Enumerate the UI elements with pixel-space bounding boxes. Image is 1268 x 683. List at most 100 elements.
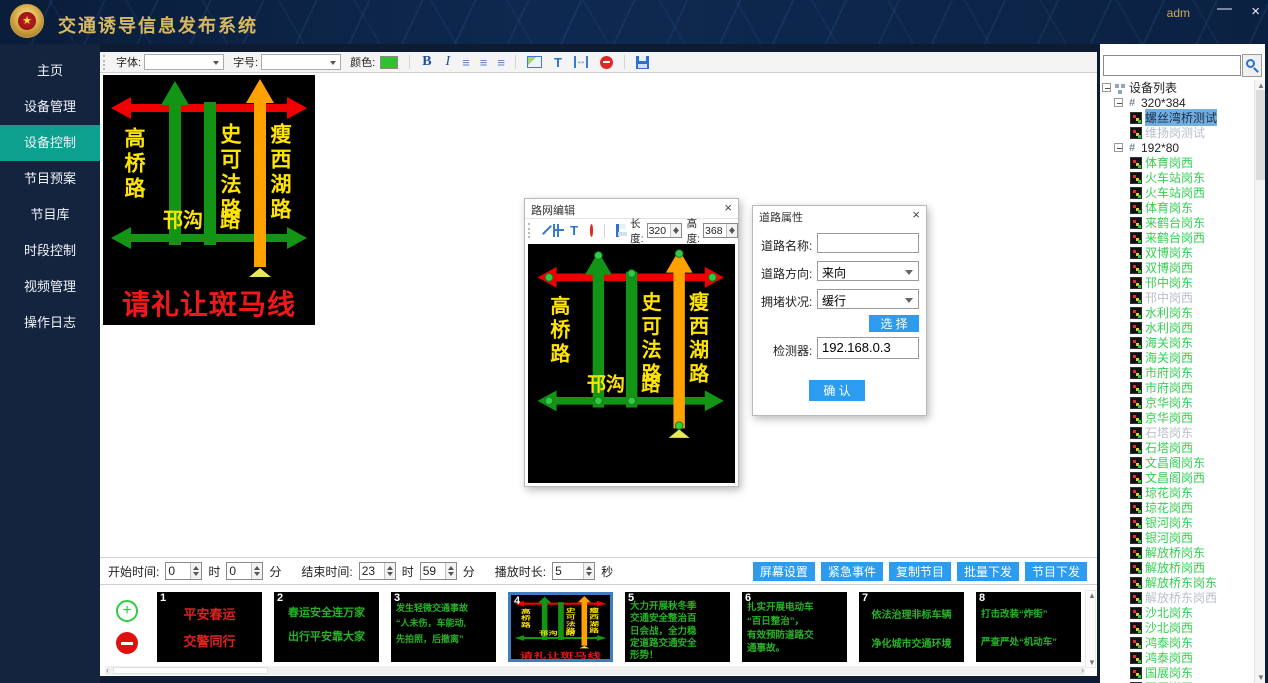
height-spinner[interactable]: 368 (703, 223, 738, 238)
scroll-up-arrow[interactable]: ▲ (1257, 81, 1265, 90)
device-node[interactable]: 解放桥岗西 (1100, 560, 1254, 575)
device-node[interactable]: 市府岗东 (1100, 365, 1254, 380)
add-program-button[interactable]: + (116, 600, 138, 622)
playlist-item-7[interactable]: 依法治理非标车辆净化城市交通环境7 (859, 592, 964, 662)
dialog-close-icon[interactable]: × (912, 207, 920, 222)
action-button[interactable]: 复制节目 (889, 562, 951, 581)
device-node[interactable]: 水利岗西 (1100, 320, 1254, 335)
device-node[interactable]: 鸿泰岗东 (1100, 635, 1254, 650)
device-node[interactable]: 双博岗西 (1100, 260, 1254, 275)
device-node[interactable]: 海关岗西 (1100, 350, 1254, 365)
color-swatch[interactable] (380, 56, 398, 69)
spinner-arrows[interactable] (670, 224, 681, 237)
device-node[interactable]: 双博岗东 (1100, 245, 1254, 260)
crossing-tool-icon[interactable] (553, 224, 559, 237)
spinner-arrows[interactable] (384, 563, 395, 579)
spinner-arrows[interactable] (251, 563, 262, 579)
device-node[interactable]: 来鹤台岗西 (1100, 230, 1254, 245)
spinner-arrows[interactable] (583, 563, 594, 579)
sidebar-item-1[interactable]: 主页 (0, 53, 100, 89)
congestion-select[interactable]: 缓行 (817, 289, 919, 309)
text-tool-icon[interactable]: T (570, 223, 578, 238)
draw-line-icon[interactable] (540, 224, 544, 237)
confirm-button[interactable]: 确 认 (809, 380, 865, 401)
fit-width-icon[interactable]: ↔ (574, 56, 588, 68)
group-node[interactable]: #192*80 (1100, 140, 1254, 155)
end-hour-spinner[interactable]: 23 (359, 562, 396, 580)
close-button[interactable]: × (1251, 3, 1260, 20)
playlist-vertical-scrollbar[interactable]: ▲ ▼ (1085, 590, 1096, 668)
playlist-item-1[interactable]: 平安春运交警同行1 (157, 592, 262, 662)
align-center-icon[interactable]: ≡ (480, 55, 488, 70)
device-node[interactable]: 京华岗东 (1100, 395, 1254, 410)
device-node[interactable]: 体育岗西 (1100, 155, 1254, 170)
device-node[interactable]: 火车站岗东 (1100, 170, 1254, 185)
playlist-item-6[interactable]: 扎实开展电动车“百日整治”，有效预防道路交通事故。6 (742, 592, 847, 662)
device-search-input[interactable] (1103, 55, 1241, 76)
device-node[interactable]: 国展岗东 (1100, 665, 1254, 680)
root-node[interactable]: 设备列表 (1100, 80, 1254, 95)
device-node[interactable]: 邗中岗西 (1100, 290, 1254, 305)
scroll-left-arrow[interactable]: ‹ (106, 665, 109, 675)
save-icon[interactable] (616, 224, 619, 237)
device-node[interactable]: 来鹤台岗东 (1100, 215, 1254, 230)
playlist-item-5[interactable]: 大力开展秋冬季交通安全整治百日会战，全力稳定道路交通安全形势！5 (625, 592, 730, 662)
sidebar-item-8[interactable]: 操作日志 (0, 305, 100, 341)
device-node[interactable]: 琼花岗东 (1100, 485, 1254, 500)
scroll-down-arrow[interactable]: ▼ (1257, 673, 1265, 682)
dialog-close-icon[interactable]: × (724, 200, 732, 215)
device-node[interactable]: 维扬岗测试 (1100, 125, 1254, 140)
device-node[interactable]: 银河岗东 (1100, 515, 1254, 530)
sidebar-item-3[interactable]: 设备控制 (0, 125, 100, 161)
device-node[interactable]: 京华岗西 (1100, 410, 1254, 425)
save-icon[interactable] (636, 56, 649, 69)
length-spinner[interactable]: 320 (647, 223, 682, 238)
device-node[interactable]: 螺丝湾桥测试 (1100, 110, 1254, 125)
device-search-button[interactable] (1242, 54, 1262, 77)
device-node[interactable]: 水利岗东 (1100, 305, 1254, 320)
group-node[interactable]: #320*384 (1100, 95, 1254, 110)
spinner-arrows[interactable] (445, 563, 456, 579)
road-direction-select[interactable]: 来向 (817, 261, 919, 281)
horizontal-scrollbar[interactable]: ‹ › (105, 666, 1085, 675)
scroll-up-arrow[interactable]: ▲ (1088, 591, 1096, 600)
playlist-item-3[interactable]: 发生轻微交通事故“人未伤，车能动,先拍照，后撤离”3 (391, 592, 496, 662)
start-minute-spinner[interactable]: 0 (226, 562, 263, 580)
logged-in-user[interactable]: adm (1167, 6, 1190, 20)
action-button[interactable]: 屏幕设置 (753, 562, 815, 581)
delete-icon[interactable] (590, 224, 593, 237)
detector-input[interactable]: 192.168.0.3 (817, 337, 919, 359)
device-node[interactable]: 市府岗西 (1100, 380, 1254, 395)
scrollbar-thumb[interactable] (113, 667, 268, 674)
action-button[interactable]: 紧急事件 (821, 562, 883, 581)
text-tool-icon[interactable]: T (554, 55, 562, 70)
insert-image-icon[interactable] (527, 56, 542, 68)
device-node[interactable]: 石塔岗西 (1100, 440, 1254, 455)
sidebar-item-5[interactable]: 节目库 (0, 197, 100, 233)
action-button[interactable]: 批量下发 (957, 562, 1019, 581)
align-left-icon[interactable]: ≡ (462, 55, 470, 70)
sidebar-item-2[interactable]: 设备管理 (0, 89, 100, 125)
device-node[interactable]: 解放桥东岗西 (1100, 590, 1254, 605)
tree-expander-icon[interactable] (1114, 143, 1123, 152)
select-button[interactable]: 选 择 (869, 315, 919, 332)
road-name-input[interactable] (817, 233, 919, 253)
device-node[interactable]: 琼花岗西 (1100, 500, 1254, 515)
sidebar-item-4[interactable]: 节目预案 (0, 161, 100, 197)
spinner-arrows[interactable] (190, 563, 201, 579)
device-node[interactable]: 沙北岗西 (1100, 620, 1254, 635)
start-hour-spinner[interactable]: 0 (165, 562, 202, 580)
device-node[interactable]: 鸿泰岗西 (1100, 650, 1254, 665)
device-node[interactable]: 沙北岗东 (1100, 605, 1254, 620)
device-node[interactable]: 火车站岗西 (1100, 185, 1254, 200)
tree-expander-icon[interactable] (1114, 98, 1123, 107)
device-node[interactable]: 石塔岗东 (1100, 425, 1254, 440)
scroll-down-arrow[interactable]: ▼ (1088, 658, 1096, 667)
action-button[interactable]: 节目下发 (1025, 562, 1087, 581)
editor-canvas[interactable]: 高桥路 史可法路 瘦西湖路 邗沟 路 请礼让斑马线 (528, 244, 735, 483)
playlist-item-2[interactable]: 春运安全连万家出行平安靠大家2 (274, 592, 379, 662)
sidebar-item-7[interactable]: 视频管理 (0, 269, 100, 305)
playlist-item-4[interactable]: 高桥路 史可法路 瘦西湖路 邗沟 路 请礼让斑马线 4 (508, 592, 613, 662)
device-node[interactable]: 解放桥岗东 (1100, 545, 1254, 560)
device-node[interactable]: 文昌阁岗西 (1100, 470, 1254, 485)
